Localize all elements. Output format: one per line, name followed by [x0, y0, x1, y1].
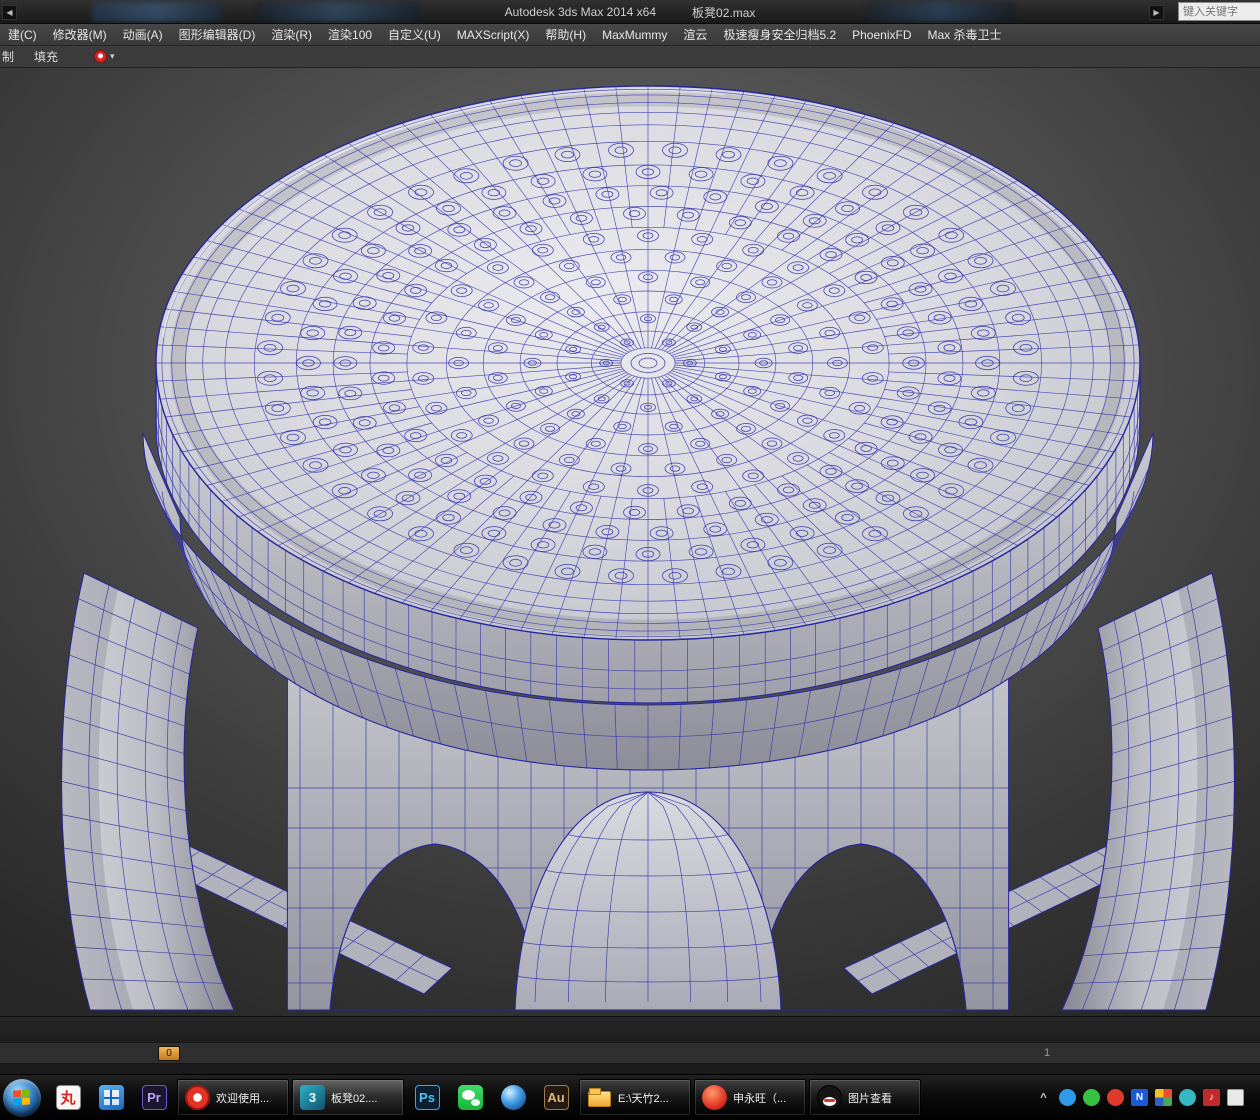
taskbar-app-button[interactable]: Pr: [134, 1079, 174, 1117]
taskbar-app-button[interactable]: 丸: [48, 1079, 88, 1117]
viewport-canvas[interactable]: [0, 68, 1260, 1016]
menu-item[interactable]: 渲云: [675, 24, 715, 46]
grid-color-icon[interactable]: [1155, 1089, 1172, 1106]
taskbar-window-button[interactable]: 图片查看: [809, 1079, 921, 1116]
menubar: 建(C)修改器(M)动画(A)图形编辑器(D)渲染(R)渲染100自定义(U)M…: [0, 24, 1260, 46]
toolbar-scroll-left-icon[interactable]: ◀: [2, 5, 17, 20]
welcome-app-icon: [185, 1085, 210, 1110]
wan-app-icon: 丸: [56, 1085, 81, 1110]
menu-item[interactable]: 动画(A): [115, 24, 171, 46]
taskbar-app-button[interactable]: Ps: [407, 1079, 447, 1117]
n-app-icon[interactable]: N: [1131, 1089, 1148, 1106]
window-title: Autodesk 3ds Max 2014 x64 板凳02.max: [505, 0, 756, 24]
menu-item[interactable]: 渲染(R): [263, 24, 320, 46]
taskbar-window-label: E:\天竹2...: [618, 1090, 669, 1106]
app-title: Autodesk 3ds Max 2014 x64: [505, 5, 656, 19]
teal-dot-icon[interactable]: [1179, 1089, 1196, 1106]
taskbar-window-button[interactable]: 3 板凳02....: [292, 1079, 404, 1116]
status-strip: [0, 1064, 1260, 1075]
taskbar-app-button[interactable]: [493, 1079, 533, 1117]
toolbar-item-fill[interactable]: 填充: [24, 48, 68, 65]
document-title: 板凳02.max: [692, 4, 755, 21]
titlebar-thumbnail-artifact: [92, 2, 222, 22]
taskbar-window-button[interactable]: 欢迎使用...: [177, 1079, 289, 1116]
system-tray: ^ N ♪: [1035, 1089, 1254, 1106]
toolbar-scroll-right-icon[interactable]: ▶: [1149, 5, 1164, 20]
qq-icon: [817, 1085, 842, 1110]
taskbar: 丸 Pr 欢迎使用... 3 板凳02.... Ps Au E:\天竹2... 申永旺（... 图…: [0, 1075, 1260, 1120]
taskbar-window-label: 板凳02....: [331, 1090, 377, 1106]
toolbar-item-draw[interactable]: 制: [0, 48, 24, 65]
chevron-down-icon: ▾: [110, 51, 115, 62]
note-app-icon[interactable]: ♪: [1203, 1089, 1220, 1106]
green-dot-icon[interactable]: [1083, 1089, 1100, 1106]
menu-item[interactable]: 建(C): [0, 24, 45, 46]
menu-item[interactable]: 帮助(H): [537, 24, 594, 46]
search-input[interactable]: [1178, 2, 1260, 21]
taskbar-window-button[interactable]: 申永旺（...: [694, 1079, 806, 1116]
menu-item[interactable]: 图形编辑器(D): [171, 24, 264, 46]
titlebar-thumbnail-artifact: [255, 2, 420, 22]
titlebar-thumbnail-artifact: [865, 2, 1015, 22]
taskbar-window-label: 图片查看: [848, 1090, 892, 1106]
taskbar-window-button[interactable]: E:\天竹2...: [579, 1079, 691, 1116]
time-slider-handle[interactable]: 0: [158, 1046, 180, 1061]
record-icon: [94, 50, 107, 63]
track-bar[interactable]: [0, 1016, 1260, 1042]
time-slider[interactable]: 0 1: [0, 1042, 1260, 1064]
wechat-icon: [458, 1085, 483, 1110]
menu-item[interactable]: 自定义(U): [380, 24, 449, 46]
red-orb-icon: [702, 1085, 727, 1110]
audition-icon: Au: [544, 1085, 569, 1110]
menu-item[interactable]: MaxMummy: [594, 24, 675, 46]
timeline-tick-label: 1: [1044, 1047, 1050, 1059]
stool-wireframe-model: [0, 68, 1260, 1016]
folder-icon: [587, 1085, 612, 1110]
white-app-icon[interactable]: [1227, 1089, 1244, 1106]
menu-item[interactable]: Max 杀毒卫士: [920, 24, 1010, 46]
menu-item[interactable]: MAXScript(X): [449, 24, 538, 46]
app-window: ◀ Autodesk 3ds Max 2014 x64 板凳02.max ▶ 建…: [0, 0, 1260, 1120]
sub-toolbar: 制 填充 ▾: [0, 46, 1260, 68]
taskbar-window-label: 申永旺（...: [733, 1090, 786, 1106]
max-doc-icon: 3: [300, 1085, 325, 1110]
taskbar-app-button[interactable]: Au: [536, 1079, 576, 1117]
titlebar: ◀ Autodesk 3ds Max 2014 x64 板凳02.max ▶: [0, 0, 1260, 24]
tiles-app-icon: [99, 1085, 124, 1110]
red-dot-icon[interactable]: [1107, 1089, 1124, 1106]
start-button[interactable]: [3, 1079, 41, 1117]
menu-item[interactable]: 渲染100: [320, 24, 380, 46]
photoshop-icon: Ps: [415, 1085, 440, 1110]
taskbar-window-label: 欢迎使用...: [216, 1090, 269, 1106]
menu-item[interactable]: 修改器(M): [45, 24, 115, 46]
premiere-icon: Pr: [142, 1085, 167, 1110]
windows-flag-icon: [13, 1089, 30, 1105]
blue-dot-icon[interactable]: [1059, 1089, 1076, 1106]
taskbar-app-button[interactable]: [450, 1079, 490, 1117]
taskbar-app-button[interactable]: [91, 1079, 131, 1117]
chevron-up-icon[interactable]: ^: [1035, 1089, 1052, 1106]
browser-icon: [501, 1085, 526, 1110]
toolbar-dropdown[interactable]: ▾: [94, 50, 115, 63]
menu-item[interactable]: 极速瘦身安全归档5.2: [715, 24, 844, 46]
menu-item[interactable]: PhoenixFD: [844, 24, 919, 46]
